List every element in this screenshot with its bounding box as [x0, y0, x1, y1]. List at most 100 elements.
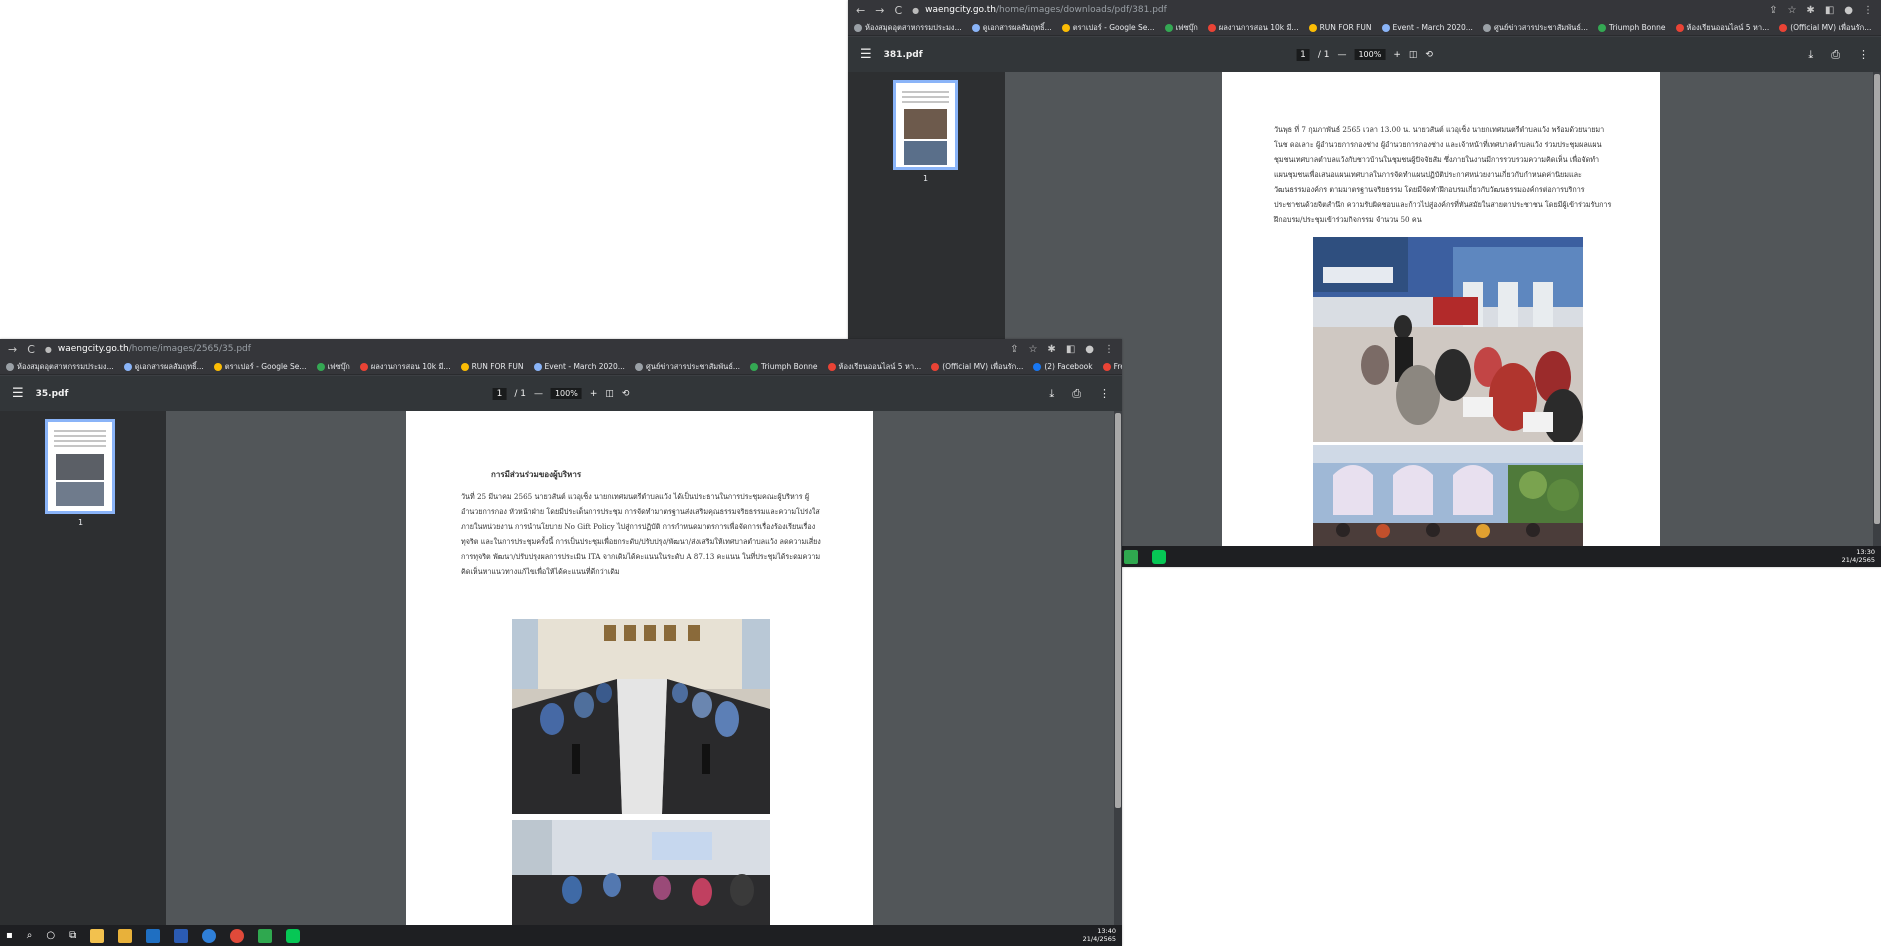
sidepanel-icon[interactable]: ◧	[1825, 5, 1834, 16]
bookmark-item[interactable]: ห้องเรียนออนไลน์ 5 หา...	[1675, 22, 1769, 34]
zoom-out-icon[interactable]: —	[1337, 50, 1346, 60]
forward-icon[interactable]: →	[875, 4, 884, 17]
bookmark-item[interactable]: ดูเอกสารผลสัมฤทธิ์...	[971, 22, 1052, 34]
photo-meeting-room	[512, 619, 770, 814]
fit-page-icon[interactable]: ◫	[605, 389, 614, 399]
star-icon[interactable]: ☆	[1787, 5, 1796, 16]
bookmark-item[interactable]: Event - March 2020...	[1381, 23, 1473, 32]
page-thumbnail[interactable]	[893, 80, 958, 170]
menu-icon[interactable]: ☰	[12, 386, 24, 401]
search-icon[interactable]: ⌕	[27, 930, 33, 941]
bookmark-favicon-icon	[1598, 23, 1607, 32]
bookmark-favicon-icon	[1381, 23, 1390, 32]
bookmark-favicon-icon	[6, 362, 14, 371]
bookmark-item[interactable]: ศูนย์ข่าวสารประชาสัมพันธ์...	[634, 361, 740, 373]
bookmark-item[interactable]: ศูนย์ข่าวสารประชาสัมพันธ์...	[1482, 22, 1588, 34]
extensions-icon[interactable]: ✱	[1806, 5, 1814, 16]
reload-icon[interactable]: C	[27, 343, 35, 356]
bookmark-item[interactable]: เฟซบุ๊ก	[1164, 22, 1198, 34]
download-icon[interactable]: ⤓	[1049, 387, 1054, 401]
bookmark-item[interactable]: ตราเปอร์ - Google Se...	[1061, 22, 1155, 34]
bookmark-favicon-icon	[123, 362, 132, 371]
windows-start-icon[interactable]: ▪	[6, 930, 13, 941]
reload-icon[interactable]: C	[894, 4, 902, 17]
forward-icon[interactable]: →	[8, 343, 17, 356]
address-bar[interactable]: ● waengcity.go.th /home/images/2565/35.p…	[45, 342, 1010, 356]
page-number-input[interactable]: 1	[492, 387, 507, 400]
sidepanel-icon[interactable]: ◧	[1066, 344, 1075, 355]
rotate-icon[interactable]: ⟲	[1425, 50, 1433, 60]
bookmark-item[interactable]: Event - March 2020...	[533, 362, 625, 371]
bookmark-favicon-icon	[359, 362, 368, 371]
bookmark-favicon-icon	[750, 362, 759, 371]
bookmark-item[interactable]: ตราเปอร์ - Google Se...	[213, 361, 307, 373]
edge-icon[interactable]	[202, 928, 217, 943]
bookmark-item[interactable]: Triumph Bonne	[750, 362, 818, 371]
share-icon[interactable]: ⇪	[1769, 5, 1777, 16]
bookmark-item[interactable]: RUN FOR FUN	[1308, 23, 1372, 32]
vertical-scrollbar[interactable]	[1873, 72, 1881, 567]
bookmark-item[interactable]: Free Fire ช่องตัวใหม่...	[1102, 361, 1122, 373]
zoom-level[interactable]: 100%	[1354, 49, 1386, 60]
photo-audience	[1313, 445, 1583, 546]
page-number-input[interactable]: 1	[1296, 48, 1310, 61]
system-clock[interactable]: 13:40 21/4/2565	[1083, 927, 1116, 943]
rotate-icon[interactable]: ⟲	[622, 389, 630, 399]
bookmark-favicon-icon	[827, 362, 836, 371]
bookmark-item[interactable]: ห้องเรียนออนไลน์ 5 หา...	[827, 361, 921, 373]
store-icon[interactable]	[146, 928, 161, 943]
bookmark-item[interactable]: ห้องสมุดอุตสาหกรรมประมง...	[854, 22, 962, 34]
back-icon[interactable]: ←	[856, 4, 865, 17]
vertical-scrollbar[interactable]	[1114, 411, 1122, 946]
kebab-menu-icon[interactable]: ⋮	[1863, 5, 1873, 16]
bookmark-item[interactable]: (2) Facebook	[1033, 362, 1093, 371]
profile-icon[interactable]: ●	[1085, 344, 1094, 355]
bookmark-item[interactable]: (Official MV) เพื่อนรัก...	[1779, 22, 1871, 34]
cortana-icon[interactable]: ○	[46, 930, 55, 941]
bookmark-item[interactable]: เฟซบุ๊ก	[316, 361, 350, 373]
chrome-icon[interactable]	[230, 928, 245, 943]
bookmark-item[interactable]: ดูเอกสารผลสัมฤทธิ์...	[123, 361, 204, 373]
bookmarks-bar: ห้องสมุดอุตสาหกรรมประมง... ดูเอกสารผลสัมฤ…	[848, 20, 1881, 36]
zoom-level[interactable]: 100%	[550, 388, 582, 399]
download-icon[interactable]: ⤓	[1808, 48, 1813, 62]
star-icon[interactable]: ☆	[1028, 344, 1037, 355]
word-icon[interactable]	[174, 928, 189, 943]
fit-page-icon[interactable]: ◫	[1409, 50, 1418, 60]
bookmark-item[interactable]: Triumph Bonne	[1598, 23, 1666, 32]
task-view-icon[interactable]: ⧉	[69, 930, 76, 941]
print-icon[interactable]: ⎙	[1072, 387, 1081, 401]
excel-icon[interactable]	[258, 928, 273, 943]
excel-taskbar-icon[interactable]	[1124, 549, 1138, 564]
bookmark-favicon-icon	[1482, 23, 1491, 32]
bookmark-item[interactable]: ผลงานการสอน 10k มี...	[1207, 22, 1299, 34]
zoom-out-icon[interactable]: —	[534, 389, 543, 399]
kebab-menu-icon[interactable]: ⋮	[1104, 344, 1114, 355]
bookmark-item[interactable]: ผลงานการสอน 10k มี...	[359, 361, 451, 373]
address-bar[interactable]: ● waengcity.go.th /home/images/downloads…	[912, 3, 1769, 17]
menu-icon[interactable]: ☰	[860, 47, 872, 62]
more-icon[interactable]: ⋮	[1858, 48, 1869, 62]
bookmark-favicon-icon	[931, 362, 940, 371]
line-taskbar-icon[interactable]	[1152, 549, 1166, 564]
bookmark-item[interactable]: (Official MV) เพื่อนรัก...	[931, 361, 1023, 373]
share-icon[interactable]: ⇪	[1010, 344, 1018, 355]
page-thumbnail[interactable]	[45, 419, 115, 514]
bookmark-item[interactable]: RUN FOR FUN	[460, 362, 524, 371]
folder-icon[interactable]	[118, 928, 133, 943]
extensions-icon[interactable]: ✱	[1047, 344, 1055, 355]
bookmark-label: ดูเอกสารผลสัมฤทธิ์...	[134, 361, 204, 371]
system-clock[interactable]: 13:30 21/4/2565	[1842, 548, 1875, 564]
profile-icon[interactable]: ●	[1844, 5, 1853, 16]
file-explorer-icon[interactable]	[90, 928, 105, 943]
print-icon[interactable]: ⎙	[1831, 48, 1840, 62]
pdf-filename: 35.pdf	[35, 388, 69, 399]
pdf-page: วันพุธ ที่ 7 กุมภาพันธ์ 2565 เวลา 13.00 …	[1222, 72, 1660, 546]
pdf-page: การมีส่วนร่วมของผู้บริหาร วันที่ 25 มีนา…	[406, 411, 873, 925]
bookmark-label: ตราเปอร์ - Google Se...	[1072, 22, 1155, 32]
more-icon[interactable]: ⋮	[1099, 387, 1110, 401]
zoom-in-icon[interactable]: +	[1393, 50, 1401, 60]
line-icon[interactable]	[286, 928, 301, 943]
zoom-in-icon[interactable]: +	[590, 389, 598, 399]
bookmark-item[interactable]: ห้องสมุดอุตสาหกรรมประมง...	[6, 361, 114, 373]
